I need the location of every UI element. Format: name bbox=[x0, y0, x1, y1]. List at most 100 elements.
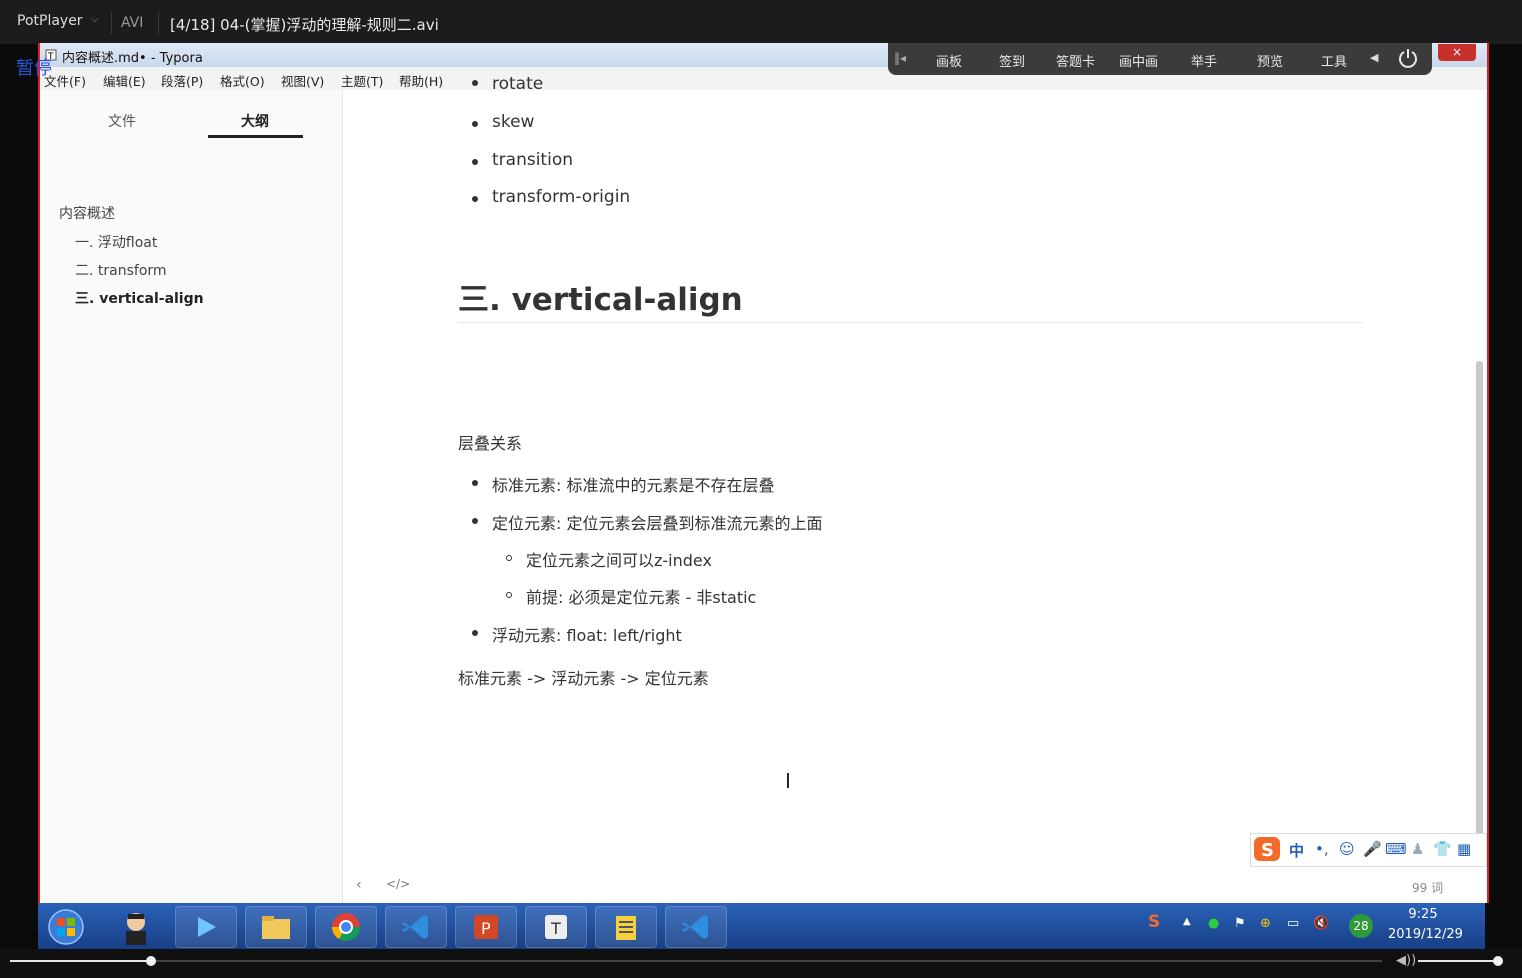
pause-status: 暂停 bbox=[16, 58, 52, 79]
powerpoint-icon[interactable]: P bbox=[455, 906, 517, 948]
ime-punctuation[interactable]: •, bbox=[1315, 840, 1329, 858]
toolbar-pip[interactable]: 画中画 bbox=[1119, 51, 1158, 70]
paragraph: 层叠关系 bbox=[458, 434, 523, 453]
menu-paragraph[interactable]: 段落(P) bbox=[161, 71, 203, 90]
seek-handle[interactable] bbox=[146, 956, 156, 966]
collapse-arrow-icon[interactable]: ◀ bbox=[1370, 51, 1378, 64]
menu-edit[interactable]: 编辑(E) bbox=[103, 71, 146, 90]
menu-view[interactable]: 视图(V) bbox=[281, 71, 324, 90]
typora-icon[interactable]: T bbox=[525, 906, 587, 948]
display-icon[interactable]: ▭ bbox=[1287, 916, 1299, 931]
svg-text:S: S bbox=[1261, 840, 1274, 861]
list-bullet bbox=[472, 630, 478, 636]
list-item: 浮动元素: float: left/right bbox=[492, 626, 682, 645]
paragraph: 标准元素 -> 浮动元素 -> 定位元素 bbox=[458, 669, 709, 688]
chrome-icon[interactable] bbox=[315, 906, 377, 948]
clock-time[interactable]: 9:25 bbox=[1388, 907, 1458, 922]
divider bbox=[111, 12, 112, 34]
outline-item-active[interactable]: 三. vertical-align bbox=[75, 288, 204, 308]
scrollbar[interactable] bbox=[1476, 361, 1483, 851]
svg-text:P: P bbox=[481, 919, 491, 938]
menu-help[interactable]: 帮助(H) bbox=[399, 71, 443, 90]
tab-files[interactable]: 文件 bbox=[108, 111, 136, 131]
clock-date[interactable]: 2019/12/29 bbox=[1388, 927, 1463, 942]
back-button[interactable]: ‹ bbox=[356, 877, 362, 893]
toolbar-tools[interactable]: 工具 bbox=[1321, 51, 1347, 70]
list-item: 标准元素: 标准流中的元素是不存在层叠 bbox=[492, 476, 775, 495]
notification-badge[interactable]: 28 bbox=[1349, 914, 1373, 938]
heading-rule bbox=[458, 322, 1363, 323]
class-toolbar: ‖◂ 画板 签到 答题卡 画中画 举手 预览 工具 ◀ bbox=[888, 43, 1432, 75]
window-title: 内容概述.md• - Typora bbox=[62, 51, 203, 66]
ime-mode-toggle[interactable]: 中 bbox=[1289, 840, 1304, 861]
sublist-bullet bbox=[506, 555, 512, 561]
sidebar: 文件 大纲 内容概述 一. 浮动float 二. transform 三. ve… bbox=[40, 90, 343, 903]
source-code-toggle[interactable]: </> bbox=[386, 877, 410, 891]
file-explorer-icon[interactable] bbox=[245, 906, 307, 948]
list-item: skew bbox=[492, 112, 535, 132]
active-tab-indicator bbox=[208, 135, 303, 138]
plus-icon[interactable]: ⊕ bbox=[1260, 916, 1271, 931]
list-item-partial: rotate bbox=[492, 74, 544, 90]
outline-item[interactable]: 一. 浮动float bbox=[75, 232, 157, 252]
start-button-icon[interactable] bbox=[46, 908, 86, 946]
list-item: 定位元素: 定位元素会层叠到标准流元素的上面 bbox=[492, 514, 823, 533]
sogou-logo-icon[interactable]: S bbox=[1252, 835, 1282, 863]
outline-item[interactable]: 二. transform bbox=[75, 260, 167, 280]
player-titlebar: PotPlayer ⌵ AVI [4/18] 04-(掌握)浮动的理解-规则二.… bbox=[0, 0, 1522, 44]
text-cursor-icon: I bbox=[785, 769, 791, 793]
volume-icon[interactable]: ◀)) bbox=[1396, 953, 1416, 968]
emoji-icon[interactable]: ☺ bbox=[1339, 840, 1355, 858]
microphone-icon[interactable]: 🎤 bbox=[1363, 840, 1382, 858]
toolbar-raise-hand[interactable]: 举手 bbox=[1191, 51, 1217, 70]
notepad-icon[interactable] bbox=[595, 906, 657, 948]
outline-item[interactable]: 内容概述 bbox=[59, 203, 115, 223]
menu-format[interactable]: 格式(O) bbox=[220, 71, 265, 90]
list-item: transform-origin bbox=[492, 187, 631, 207]
sogou-tray-icon[interactable]: S bbox=[1148, 912, 1160, 932]
show-hidden-icons-icon[interactable]: ▲ bbox=[1183, 916, 1191, 927]
seek-track[interactable] bbox=[10, 960, 1382, 962]
volume-slider[interactable] bbox=[1418, 960, 1500, 962]
vscode-icon[interactable] bbox=[385, 906, 447, 948]
list-bullet bbox=[472, 121, 478, 127]
vscode-icon[interactable] bbox=[665, 906, 727, 948]
player-logo[interactable]: PotPlayer bbox=[17, 13, 83, 29]
word-count[interactable]: 99 词 bbox=[1412, 879, 1443, 896]
ime-toolbar: S 中 •, ☺ 🎤 ⌨ ♟ 👕 ▦ bbox=[1250, 833, 1487, 867]
divider bbox=[158, 12, 159, 34]
seek-progress bbox=[10, 960, 150, 962]
list-bullet bbox=[472, 518, 478, 524]
menu-theme[interactable]: 主题(T) bbox=[341, 71, 383, 90]
volume-muted-icon[interactable]: 🔇 bbox=[1313, 916, 1329, 931]
list-bullet bbox=[472, 480, 478, 486]
toolbar-whiteboard[interactable]: 画板 bbox=[936, 51, 962, 70]
svg-text:T: T bbox=[550, 919, 561, 938]
flag-icon[interactable]: ⚑ bbox=[1234, 916, 1246, 931]
video-app-icon[interactable] bbox=[175, 906, 237, 948]
list-bullet bbox=[472, 80, 478, 86]
close-button[interactable]: × bbox=[1438, 44, 1476, 61]
toolbar-checkin[interactable]: 签到 bbox=[999, 51, 1025, 70]
skin-icon[interactable]: 👕 bbox=[1433, 840, 1452, 858]
typora-window: T 内容概述.md• - Typora × 文件(F) 编辑(E) 段落(P) … bbox=[38, 43, 1489, 903]
grid-menu-icon[interactable]: ▦ bbox=[1457, 840, 1471, 858]
sublist-item: 定位元素之间可以z-index bbox=[526, 551, 712, 570]
file-title: [4/18] 04-(掌握)浮动的理解-规则二.avi bbox=[170, 16, 439, 34]
sublist-item: 前提: 必须是定位元素 - 非static bbox=[526, 588, 757, 607]
sublist-bullet bbox=[506, 592, 512, 598]
keyboard-icon[interactable]: ⌨ bbox=[1385, 840, 1407, 858]
list-item: transition bbox=[492, 150, 573, 170]
chevron-down-icon[interactable]: ⌵ bbox=[91, 14, 99, 25]
power-icon[interactable] bbox=[1396, 46, 1420, 70]
toolbar-quiz[interactable]: 答题卡 bbox=[1056, 51, 1095, 70]
list-bullet bbox=[472, 196, 478, 202]
toolbar-preview[interactable]: 预览 bbox=[1257, 51, 1283, 70]
tab-outline[interactable]: 大纲 bbox=[241, 111, 269, 131]
drag-handle-icon[interactable]: ‖◂ bbox=[894, 51, 906, 65]
user-icon[interactable]: ♟ bbox=[1411, 840, 1424, 858]
network-status-icon[interactable]: ● bbox=[1208, 916, 1219, 931]
taskbar: P T S ▲ ● ⚑ ⊕ ▭ 🔇 28 9:25 2019/12/29 bbox=[38, 903, 1485, 949]
avatar[interactable] bbox=[105, 906, 167, 948]
volume-handle[interactable] bbox=[1493, 956, 1503, 966]
